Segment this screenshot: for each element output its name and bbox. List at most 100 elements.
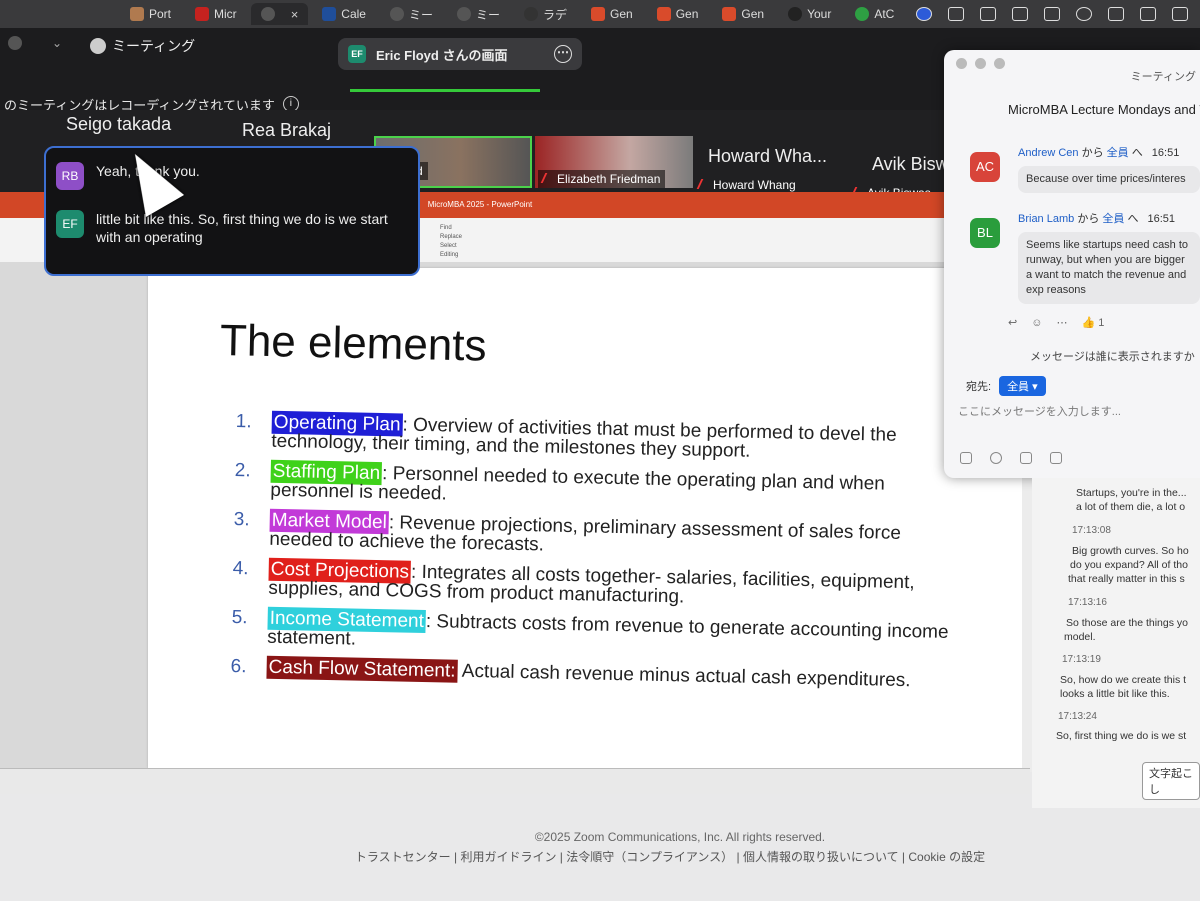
window-controls: ⌄: [8, 36, 62, 50]
battery-icon[interactable]: [1140, 7, 1156, 21]
window-dot-icon[interactable]: [8, 36, 22, 50]
input-method-icon[interactable]: [1108, 7, 1124, 21]
chat-bubble: Because over time prices/interes: [1018, 166, 1200, 193]
chat-message-header: Andrew Cen から 全員 へ 16:51: [1018, 144, 1200, 160]
list-text: Market Model: Revenue projections, preli…: [269, 508, 964, 564]
from-label: から: [1081, 147, 1104, 159]
screenshot-icon[interactable]: [1050, 452, 1062, 464]
transcript-line: Big growth curves. So ho: [1072, 545, 1189, 557]
transcript-line: model.: [1064, 631, 1096, 643]
list-number: 1.: [235, 411, 252, 433]
tab-label: ラデ: [543, 7, 568, 22]
chat-input-tools: [960, 452, 1062, 464]
format-icon[interactable]: [960, 452, 972, 464]
mic-off-icon: [540, 173, 556, 183]
slide-list-item: 5. Income Statement: Subtracts costs from…: [231, 606, 962, 662]
participant-name: Seigo takada: [66, 114, 172, 134]
display-icon[interactable]: [1012, 7, 1028, 21]
gen-icon: [591, 7, 606, 21]
to-label: へ: [1131, 147, 1143, 159]
from-label: から: [1077, 213, 1100, 225]
transcript-time: 17:13:19: [1062, 654, 1101, 665]
browser-tab[interactable]: Gen: [647, 3, 709, 25]
zoom-tray-icon[interactable]: [916, 7, 932, 21]
visibility-notice[interactable]: メッセージは誰に表示されますか: [1030, 348, 1195, 364]
participant-tile-name: Elizabeth Friedman: [557, 172, 661, 186]
list-number: 3.: [233, 508, 250, 531]
mic-off-icon: [696, 179, 712, 189]
participant-name: Rea Brakaj: [242, 120, 332, 140]
browser-tab[interactable]: AtC: [845, 3, 904, 25]
sender-name[interactable]: Brian Lamb: [1018, 213, 1074, 225]
file-icon[interactable]: [1020, 452, 1032, 464]
participant-tile-label: Elizabeth Friedman: [538, 170, 666, 188]
browser-tab[interactable]: Gen: [712, 3, 774, 25]
system-tray: [916, 0, 1200, 28]
avatar: BL: [970, 218, 1000, 248]
creative-cloud-icon[interactable]: [980, 7, 996, 21]
browser-tab[interactable]: ミー: [380, 3, 443, 25]
emoji-icon[interactable]: [990, 452, 1002, 464]
screen: Port Micr × Cale ミー ミー ラデ Gen Gen Gen Yo…: [0, 0, 1200, 901]
chat-input[interactable]: ここにメッセージを入力します...: [958, 403, 1121, 419]
message-time: 16:51: [1151, 147, 1180, 159]
minimize-window-icon[interactable]: [975, 58, 986, 69]
highlighted-term: Cash Flow Statement:: [266, 655, 458, 683]
tab-label: AtC: [874, 7, 895, 21]
avatar: RB: [56, 162, 84, 190]
browser-tab[interactable]: Micr: [185, 3, 247, 25]
zoom-window-icon[interactable]: [994, 58, 1005, 69]
line-icon[interactable]: [948, 7, 964, 21]
chat-message: AC Andrew Cen から 全員 へ 16:51 Because over…: [970, 144, 1200, 193]
reaction-count: 1: [1098, 317, 1105, 329]
browser-tab[interactable]: ラデ: [514, 3, 577, 25]
tab-label: ミー: [408, 7, 433, 22]
screen-share-label: Eric Floyd さんの画面: [376, 47, 508, 63]
avatar: EF: [348, 45, 366, 63]
more-options-icon[interactable]: ⋯: [554, 45, 572, 63]
sender-name[interactable]: Andrew Cen: [1018, 147, 1079, 159]
transcript-time: 17:13:16: [1068, 597, 1107, 608]
meeting-label: ミーティング: [90, 36, 195, 56]
screen-share-pill[interactable]: EF Eric Floyd さんの画面 ⋯: [338, 38, 582, 70]
play-icon[interactable]: [1076, 7, 1092, 21]
recipient-dropdown[interactable]: 全員 ▾: [999, 376, 1046, 396]
tab-label: Gen: [741, 7, 765, 21]
wifi-icon[interactable]: [1172, 7, 1188, 21]
volume-icon[interactable]: [1044, 7, 1060, 21]
github-icon: [788, 7, 803, 21]
tab-label: Port: [149, 7, 172, 21]
close-window-icon[interactable]: [956, 58, 967, 69]
thumbs-up-reaction[interactable]: 👍 1: [1081, 316, 1104, 329]
list-number: 2.: [234, 459, 251, 482]
term-description: Actual cash revenue minus actual cash ex…: [457, 660, 911, 692]
list-text: Income Statement: Subtracts costs from r…: [267, 606, 962, 662]
browser-tab[interactable]: Gen: [581, 3, 643, 25]
tab-label: Gen: [610, 7, 633, 21]
browser-tab-active[interactable]: ×: [250, 3, 309, 25]
transcript-line: So, first thing we do is we st: [1056, 730, 1187, 742]
browser-tab[interactable]: Port: [120, 3, 181, 25]
tab-label: Micr: [214, 7, 237, 21]
chevron-down-icon[interactable]: ⌄: [52, 36, 62, 50]
browser-tab[interactable]: Your: [778, 3, 841, 25]
transcript-button[interactable]: 文字起こし: [1142, 762, 1200, 800]
add-reaction-icon[interactable]: ☺: [1031, 317, 1042, 329]
transcript-panel: [1032, 478, 1200, 808]
more-icon[interactable]: ⋯: [1056, 316, 1067, 329]
replace-button[interactable]: Replace: [440, 233, 462, 242]
gen-icon: [656, 7, 671, 21]
list-number: 6.: [230, 655, 247, 678]
close-tab-icon[interactable]: ×: [291, 7, 299, 22]
browser-tab[interactable]: ミー: [447, 3, 510, 25]
recipient-name[interactable]: 全員: [1102, 213, 1124, 225]
slide-list: 1. Operating Plan: Overview of activities…: [230, 410, 966, 702]
footer-links[interactable]: トラストセンター | 利用ガイドライン | 法令順守（コンプライアンス） | 個…: [0, 848, 1200, 865]
caption-row: EF little bit like this. So, first thing…: [56, 210, 412, 246]
select-button[interactable]: Select: [440, 242, 462, 251]
reply-icon[interactable]: ↩: [1008, 316, 1017, 329]
browser-tab[interactable]: Cale: [312, 3, 376, 25]
find-button[interactable]: Find: [440, 224, 462, 233]
transcript-line: Startups, you're in the...: [1076, 487, 1187, 499]
recipient-name[interactable]: 全員: [1107, 147, 1129, 159]
